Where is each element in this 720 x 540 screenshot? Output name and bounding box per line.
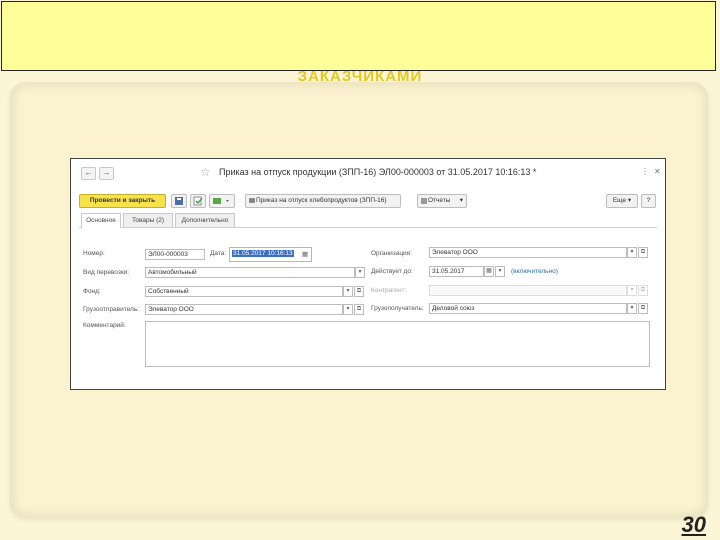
save-button[interactable]: [171, 194, 187, 208]
chevron-down-icon: ▾: [459, 197, 463, 204]
date-label: Дата:: [210, 250, 227, 257]
number-field[interactable]: ЭЛ00-000003: [145, 249, 205, 260]
more-label: Еще: [612, 197, 627, 204]
shipper-label: Грузоотправитель:: [83, 306, 140, 313]
consignee-dropdown-icon[interactable]: ▾: [627, 303, 637, 314]
favorite-star-icon[interactable]: ☆: [200, 165, 211, 179]
organization-open-icon[interactable]: ⧉: [638, 247, 648, 258]
tab-goods[interactable]: Товары (2): [123, 213, 173, 227]
save-icon: [175, 197, 183, 205]
shipper-dropdown-icon[interactable]: ▾: [343, 304, 353, 315]
fund-label: Фонд:: [83, 288, 101, 295]
fund-open-icon[interactable]: ⧉: [354, 286, 364, 297]
comment-label: Комментарий:: [83, 322, 126, 329]
post-document-icon: [193, 196, 203, 206]
comment-textarea[interactable]: [145, 321, 650, 367]
fund-field[interactable]: Собственный: [145, 286, 343, 297]
organization-field[interactable]: Элеватор ООО: [429, 247, 627, 258]
window-titlebar: ← → ☆ Приказ на отпуск продукции (ЗПП-16…: [71, 159, 665, 189]
create-based-on-icon: [213, 198, 229, 204]
document-window: ← → ☆ Приказ на отпуск продукции (ЗПП-16…: [70, 158, 666, 390]
command-toolbar: Провести и закрыть Приказ на отпуск хлеб…: [71, 191, 665, 211]
date-field[interactable]: 31.05.2017 10:16:13 ▦: [229, 247, 312, 262]
contractor-dropdown-icon[interactable]: ▾: [627, 285, 637, 296]
inclusive-note: (включительно): [511, 268, 558, 275]
reports-label: Отчеты: [428, 197, 451, 204]
more-options-icon[interactable]: ⋮: [641, 167, 649, 177]
reports-button[interactable]: Отчеты ▾: [417, 194, 467, 208]
calendar-icon[interactable]: ▦: [302, 249, 308, 260]
printer-icon: [249, 198, 255, 203]
transport-type-field[interactable]: Автомобильный: [145, 267, 355, 278]
valid-until-field[interactable]: 31.05.2017: [429, 266, 484, 277]
shipper-field[interactable]: Элеватор ООО: [145, 304, 343, 315]
transport-type-label: Вид перевозки:: [83, 269, 130, 276]
date-value: 31.05.2017 10:16:13: [232, 250, 294, 257]
valid-until-dropdown-icon[interactable]: ▾: [495, 266, 505, 277]
post-button[interactable]: [190, 194, 206, 208]
back-button[interactable]: ←: [81, 167, 96, 180]
tab-main[interactable]: Основное: [81, 213, 121, 228]
contractor-field[interactable]: [429, 285, 627, 296]
chevron-down-icon: ▾: [627, 197, 632, 204]
close-window-icon[interactable]: ✕: [654, 167, 661, 177]
contractor-open-icon[interactable]: ⧉: [638, 285, 648, 296]
arrow-right-icon: →: [102, 168, 111, 177]
reports-icon: [421, 198, 427, 204]
consignee-label: Грузополучатель:: [371, 305, 424, 312]
fund-dropdown-icon[interactable]: ▾: [343, 286, 353, 297]
page-number: 30: [681, 512, 706, 537]
slide-title-bar: [1, 1, 716, 71]
shipper-open-icon[interactable]: ⧉: [354, 304, 364, 315]
arrow-left-icon: ←: [84, 168, 93, 177]
help-button[interactable]: ?: [641, 194, 656, 208]
window-title: Приказ на отпуск продукции (ЗПП-16) ЭЛ00…: [219, 167, 537, 177]
contractor-label: Контрагент:: [371, 287, 407, 294]
consignee-open-icon[interactable]: ⧉: [638, 303, 648, 314]
valid-until-calendar-icon[interactable]: ▦: [484, 266, 494, 277]
organization-label: Организация:: [371, 250, 413, 257]
tab-additional[interactable]: Дополнительно: [175, 213, 235, 227]
forward-button[interactable]: →: [99, 167, 114, 180]
consignee-field[interactable]: Деловой союз: [429, 303, 627, 314]
valid-until-label: Действует до:: [371, 268, 413, 275]
number-label: Номер:: [83, 250, 105, 257]
post-and-close-button[interactable]: Провести и закрыть: [79, 194, 166, 208]
organization-dropdown-icon[interactable]: ▾: [627, 247, 637, 258]
more-button[interactable]: Еще ▾: [606, 194, 638, 208]
print-order-button[interactable]: Приказ на отпуск хлебопродуктов (ЗПП-16): [245, 194, 401, 208]
tab-divider: [79, 227, 657, 228]
print-order-label: Приказ на отпуск хлебопродуктов (ЗПП-16): [256, 197, 387, 204]
transport-type-dropdown-icon[interactable]: ▾: [355, 267, 365, 278]
create-based-on-button[interactable]: [209, 194, 235, 208]
